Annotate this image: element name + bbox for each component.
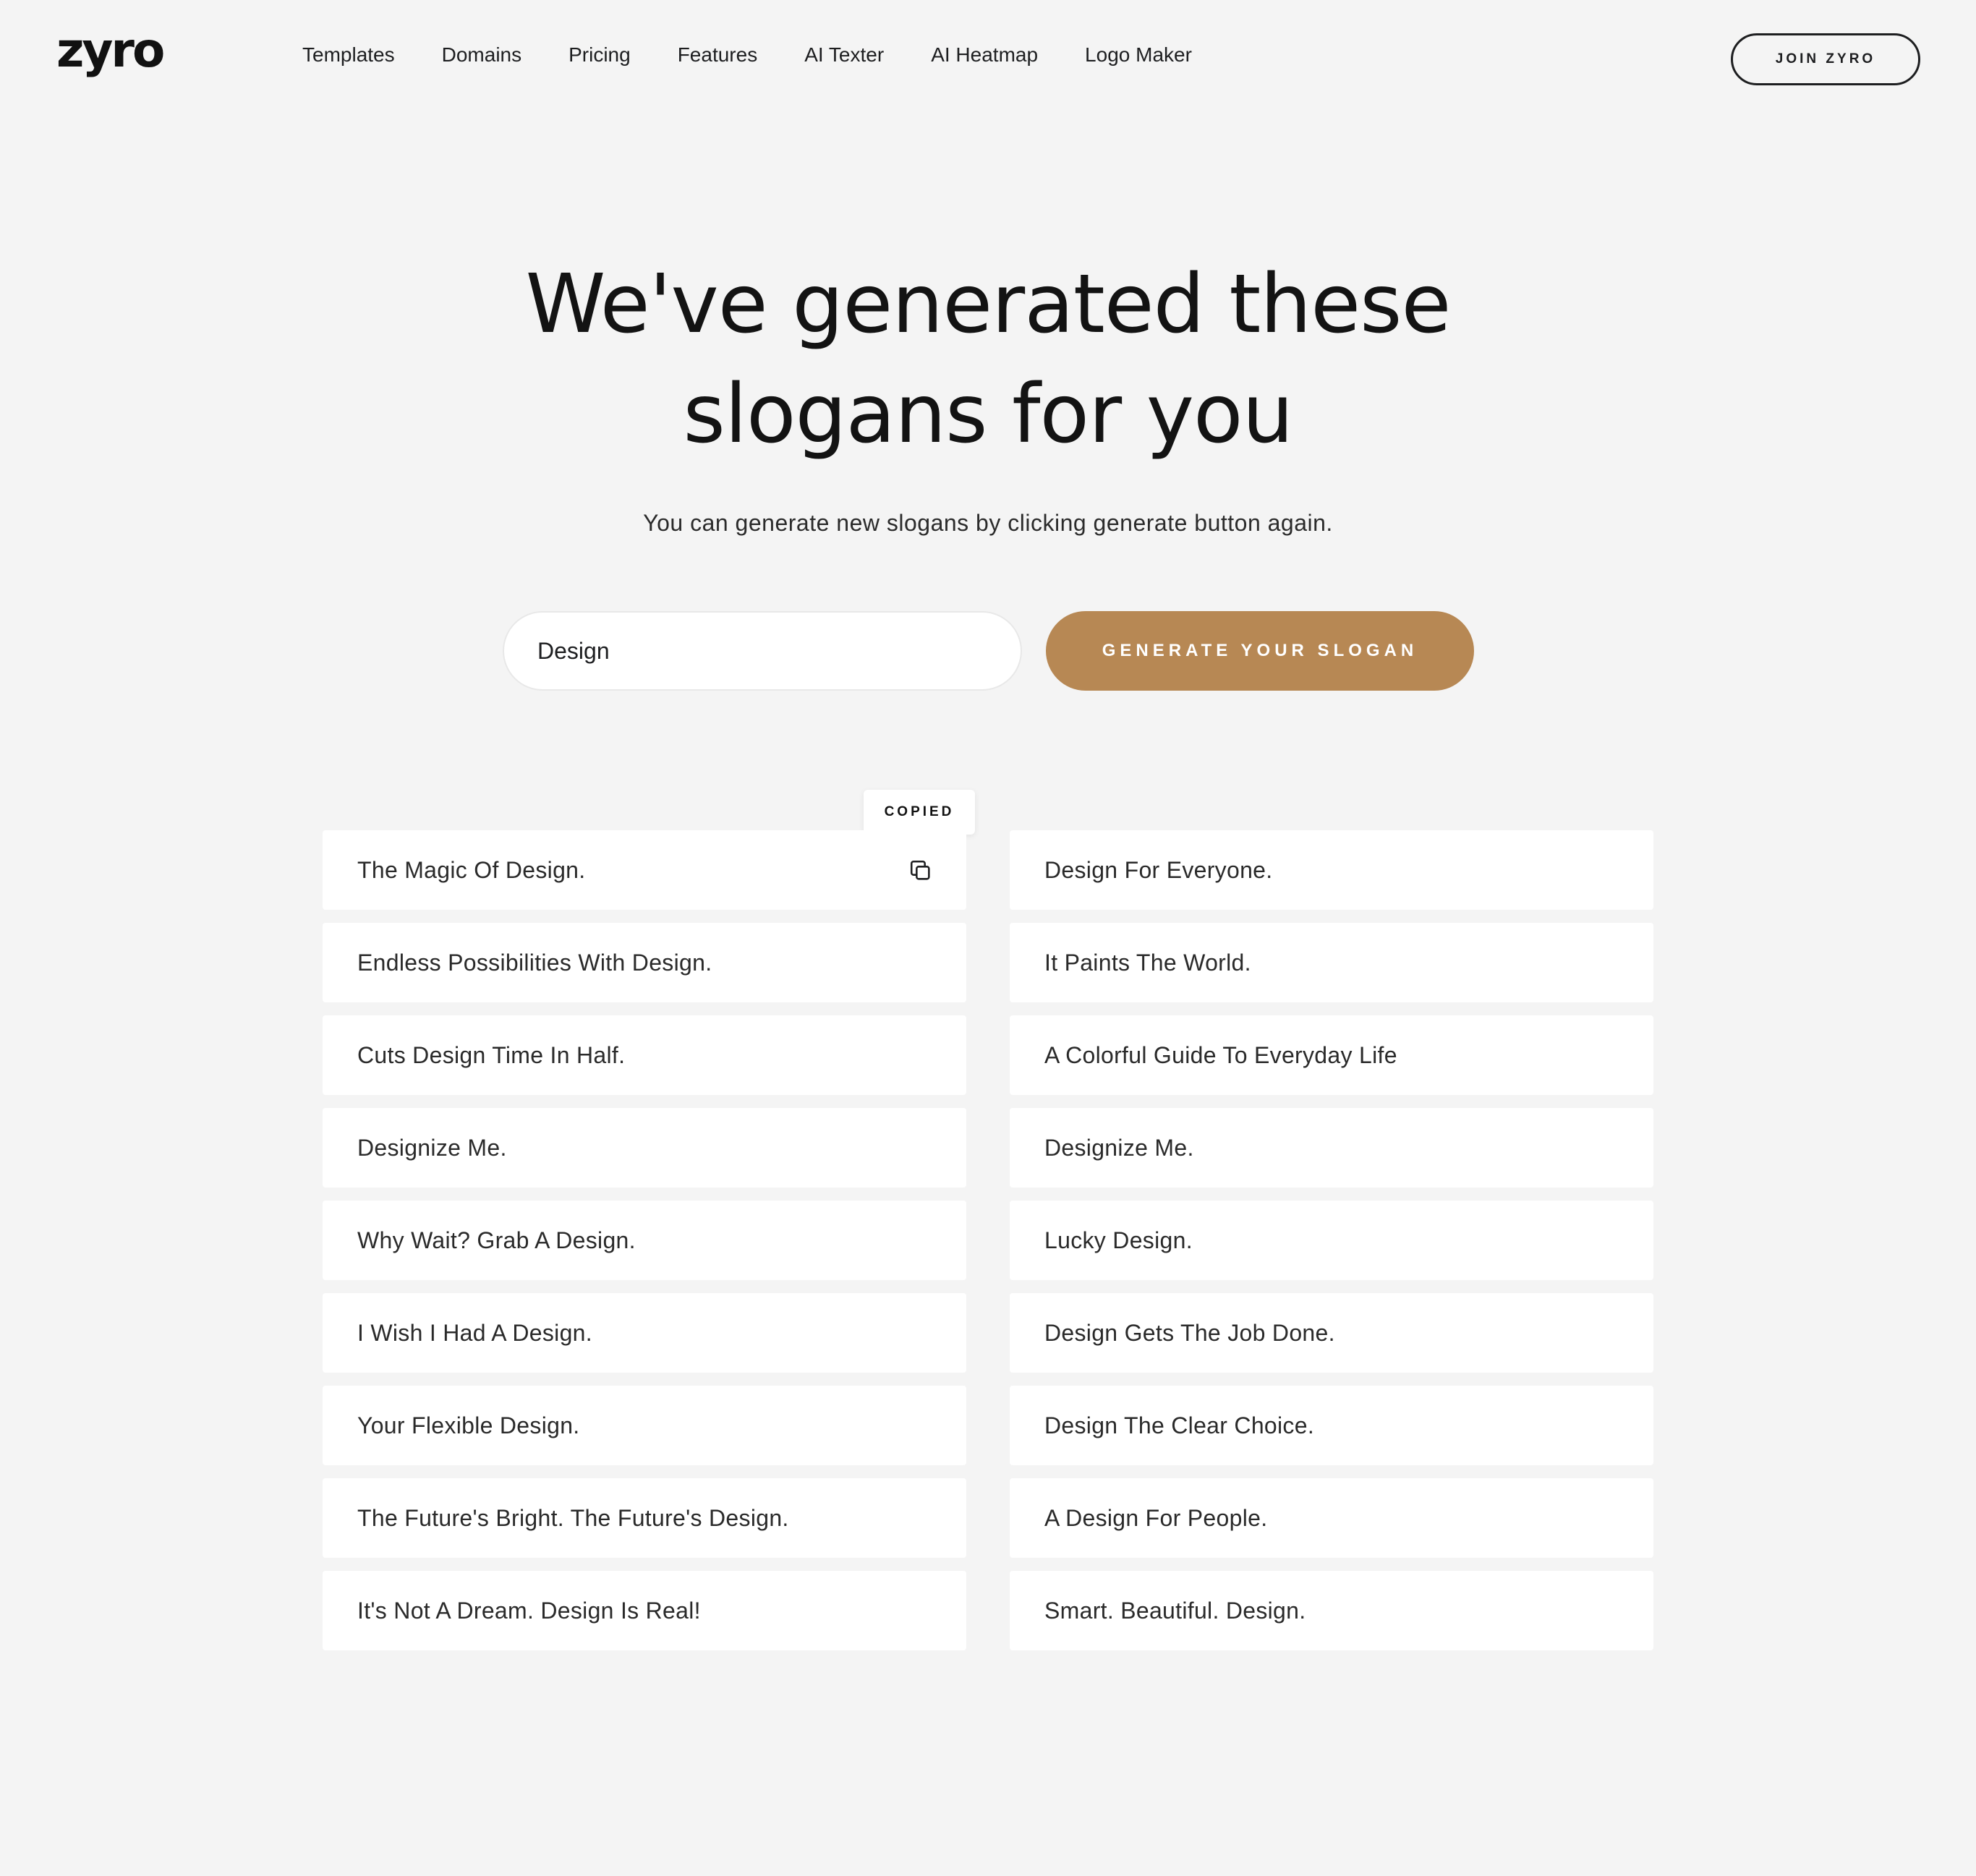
slogan-keyword-input[interactable]: Design (503, 611, 1022, 691)
slogan-card[interactable]: The Magic Of Design. (323, 830, 966, 910)
slogan-text: The Future's Bright. The Future's Design… (357, 1504, 789, 1531)
slogan-text: Smart. Beautiful. Design. (1044, 1597, 1306, 1624)
slogan-card[interactable]: Your Flexible Design. (323, 1386, 966, 1465)
slogan-card[interactable]: A Colorful Guide To Everyday Life (1010, 1015, 1653, 1095)
slogan-card[interactable]: A Design For People. (1010, 1478, 1653, 1558)
slogan-text: Designize Me. (1044, 1134, 1194, 1161)
slogan-card[interactable]: Design The Clear Choice. (1010, 1386, 1653, 1465)
page-title-line-2: slogans for you (683, 367, 1293, 461)
page-title-line-1: We've generated these (525, 257, 1452, 351)
slogan-card[interactable]: Cuts Design Time In Half. (323, 1015, 966, 1095)
slogan-card[interactable]: Design For Everyone. (1010, 830, 1653, 910)
nav-domains[interactable]: Domains (442, 40, 521, 69)
slogan-card[interactable]: Endless Possibilities With Design. (323, 923, 966, 1002)
nav-ai-texter[interactable]: AI Texter (804, 40, 884, 69)
slogan-text: Designize Me. (357, 1134, 507, 1161)
slogan-text: I Wish I Had A Design. (357, 1319, 592, 1346)
nav-logo-maker[interactable]: Logo Maker (1085, 40, 1192, 69)
slogan-text: Design Gets The Job Done. (1044, 1319, 1335, 1346)
slogan-card[interactable]: It Paints The World. (1010, 923, 1653, 1002)
join-zyro-button[interactable]: JOIN ZYRO (1731, 33, 1920, 85)
slogan-text: Why Wait? Grab A Design. (357, 1227, 636, 1253)
slogan-card[interactable]: Designize Me. (1010, 1108, 1653, 1188)
nav-ai-heatmap[interactable]: AI Heatmap (931, 40, 1038, 69)
slogan-card[interactable]: The Future's Bright. The Future's Design… (323, 1478, 966, 1558)
nav-features[interactable]: Features (678, 40, 758, 69)
slogan-text: Your Flexible Design. (357, 1412, 580, 1438)
page-title: We've generated these slogans for you (0, 250, 1976, 469)
site-header: zyro Templates Domains Pricing Features … (0, 0, 1976, 116)
slogan-card[interactable]: Design Gets The Job Done. (1010, 1293, 1653, 1373)
copy-icon[interactable] (908, 858, 933, 883)
slogan-text: A Design For People. (1044, 1504, 1268, 1531)
nav-templates[interactable]: Templates (302, 40, 395, 69)
slogan-text: Endless Possibilities With Design. (357, 949, 712, 976)
main-nav: Templates Domains Pricing Features AI Te… (302, 40, 1239, 69)
slogan-text: It's Not A Dream. Design Is Real! (357, 1597, 701, 1624)
slogan-card[interactable]: Lucky Design. (1010, 1201, 1653, 1280)
slogan-text: The Magic Of Design. (357, 856, 586, 883)
slogan-text: A Colorful Guide To Everyday Life (1044, 1041, 1397, 1068)
zyro-logo[interactable]: zyro (56, 22, 165, 80)
slogan-text: Design The Clear Choice. (1044, 1412, 1315, 1438)
slogan-card[interactable]: I Wish I Had A Design. (323, 1293, 966, 1373)
slogan-card[interactable]: It's Not A Dream. Design Is Real! (323, 1571, 966, 1650)
slogan-text: Lucky Design. (1044, 1227, 1193, 1253)
generate-slogan-button[interactable]: GENERATE YOUR SLOGAN (1046, 611, 1474, 691)
nav-pricing[interactable]: Pricing (568, 40, 631, 69)
slogan-text: Cuts Design Time In Half. (357, 1041, 626, 1068)
slogan-card[interactable]: Smart. Beautiful. Design. (1010, 1571, 1653, 1650)
slogan-card[interactable]: Why Wait? Grab A Design. (323, 1201, 966, 1280)
page-subtitle: You can generate new slogans by clicking… (643, 510, 1333, 536)
slogan-text: Design For Everyone. (1044, 856, 1273, 883)
slogan-text: It Paints The World. (1044, 949, 1251, 976)
slogan-card[interactable]: Designize Me. (323, 1108, 966, 1188)
copied-tooltip: COPIED (864, 790, 975, 843)
